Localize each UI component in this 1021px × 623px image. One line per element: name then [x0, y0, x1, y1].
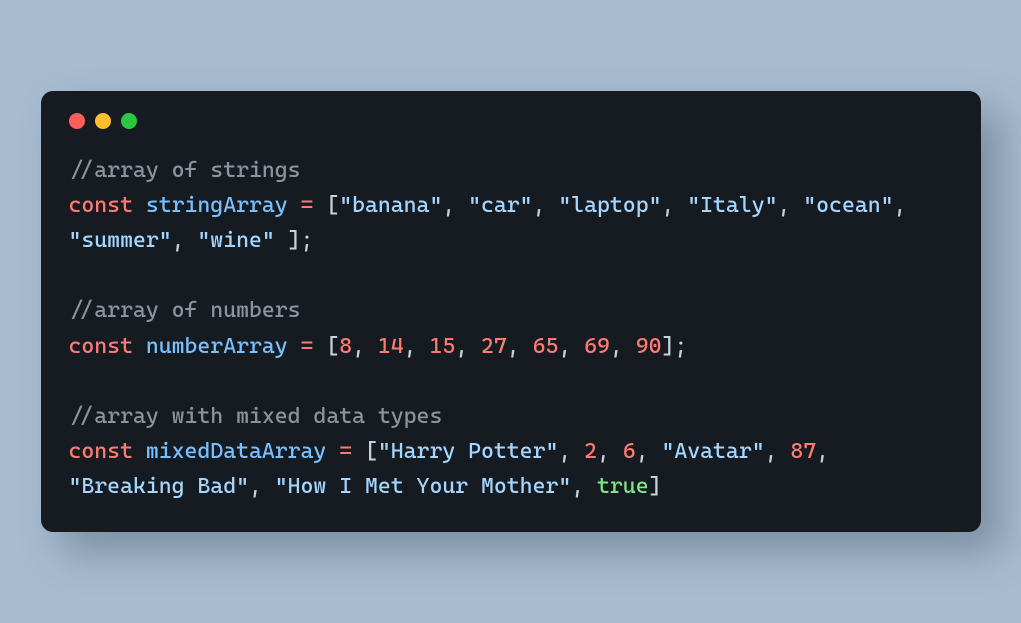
code-token: ]; — [661, 334, 687, 359]
code-token: [ — [365, 439, 378, 464]
code-token: "laptop" — [558, 193, 661, 218]
code-token: , — [352, 334, 378, 359]
code-token: , — [777, 193, 803, 218]
code-token — [133, 334, 146, 359]
code-token: 8 — [339, 334, 352, 359]
code-token: "Breaking Bad" — [69, 474, 249, 499]
code-token: 69 — [584, 334, 610, 359]
window-titlebar — [69, 113, 953, 129]
code-token: 2 — [584, 439, 597, 464]
code-token — [133, 439, 146, 464]
code-token — [133, 193, 146, 218]
code-token: , — [249, 474, 275, 499]
code-token: , — [894, 193, 920, 218]
code-token: 90 — [636, 334, 662, 359]
code-token: , — [558, 334, 584, 359]
code-token: , — [816, 439, 842, 464]
close-icon[interactable] — [69, 113, 85, 129]
code-token: = — [301, 334, 314, 359]
code-token: "How I Met Your Mother" — [275, 474, 571, 499]
code-token: 14 — [378, 334, 404, 359]
code-token: , — [533, 193, 559, 218]
code-token: , — [558, 439, 584, 464]
code-token: "banana" — [339, 193, 442, 218]
code-token — [352, 439, 365, 464]
code-token: "summer" — [69, 228, 172, 253]
code-token — [313, 193, 326, 218]
code-token: , — [404, 334, 430, 359]
code-token: "ocean" — [803, 193, 893, 218]
code-token: "car" — [468, 193, 532, 218]
code-token: , — [765, 439, 791, 464]
code-token: 87 — [790, 439, 816, 464]
code-token: stringArray — [146, 193, 288, 218]
code-token: , — [661, 193, 687, 218]
code-token: "wine" — [197, 228, 274, 253]
code-token: , — [636, 439, 662, 464]
code-token: , — [172, 228, 198, 253]
code-token: , — [610, 334, 636, 359]
code-token: "Avatar" — [661, 439, 764, 464]
code-token: ]; — [275, 228, 314, 253]
code-token: [ — [326, 193, 339, 218]
code-token: //array with mixed data types — [69, 404, 443, 429]
code-token: , — [507, 334, 533, 359]
code-token: , — [455, 334, 481, 359]
code-window: //array of strings const stringArray = [… — [41, 91, 981, 533]
code-token: , — [597, 439, 623, 464]
code-token: "Italy" — [687, 193, 777, 218]
code-token: ] — [649, 474, 662, 499]
code-token: , — [442, 193, 468, 218]
code-token — [326, 439, 339, 464]
minimize-icon[interactable] — [95, 113, 111, 129]
code-token — [313, 334, 326, 359]
code-token: mixedDataArray — [146, 439, 326, 464]
code-block: //array of strings const stringArray = [… — [69, 153, 953, 505]
code-token: "Harry Potter" — [378, 439, 558, 464]
code-token — [288, 193, 301, 218]
code-token: , — [571, 474, 597, 499]
code-token: //array of numbers — [69, 298, 301, 323]
code-token — [288, 334, 301, 359]
code-token: = — [339, 439, 352, 464]
code-token: const — [69, 334, 133, 359]
code-token: //array of strings — [69, 158, 301, 183]
code-token: numberArray — [146, 334, 288, 359]
code-token: 27 — [481, 334, 507, 359]
code-token: 6 — [623, 439, 636, 464]
code-token: true — [597, 474, 649, 499]
maximize-icon[interactable] — [121, 113, 137, 129]
code-token: 65 — [533, 334, 559, 359]
code-token: const — [69, 439, 133, 464]
code-token: 15 — [429, 334, 455, 359]
code-token: const — [69, 193, 133, 218]
code-token: = — [301, 193, 314, 218]
code-token: [ — [326, 334, 339, 359]
